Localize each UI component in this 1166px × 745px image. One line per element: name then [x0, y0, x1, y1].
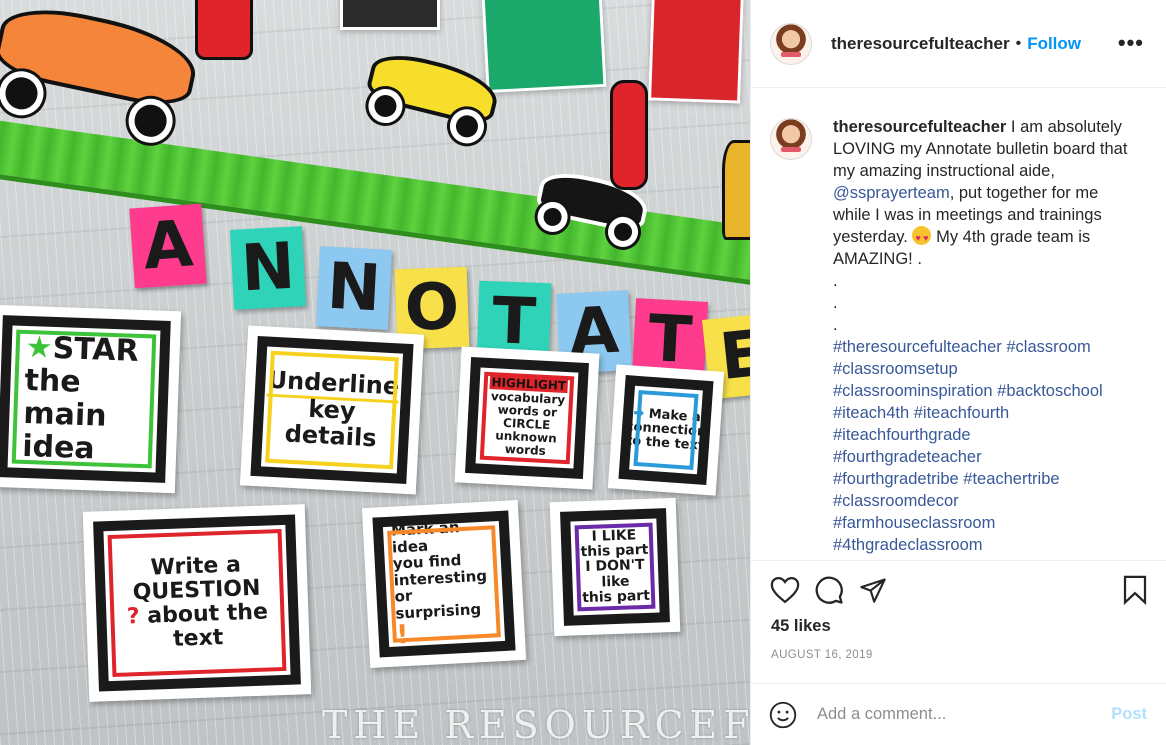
- hashtag-link[interactable]: #classroomsetup: [833, 360, 958, 378]
- hashtag-link[interactable]: #classroominspiration: [833, 382, 993, 400]
- mention-link[interactable]: @ssprayerteam: [833, 184, 950, 202]
- poster-red: [648, 0, 744, 104]
- card-highlight-circle: HIGHLIGHT vocabulary words or CIRCLE unk…: [454, 346, 600, 490]
- post-side-panel: theresourcefulteacher • Follow ••• there…: [750, 0, 1166, 745]
- instagram-post-modal: ANNOTATE ★STAR the main idea Underline k…: [0, 0, 1166, 745]
- annotate-letter: N: [229, 226, 307, 310]
- card-text: Mark an idea: [390, 518, 460, 557]
- hashtag-link[interactable]: #classroom: [1006, 338, 1090, 356]
- send-icon[interactable]: [857, 574, 889, 606]
- card-make-connection: ➡ Make a connection to the text: [607, 364, 725, 496]
- follow-button[interactable]: Follow: [1027, 34, 1081, 54]
- separator-dot: •: [1015, 34, 1022, 52]
- comment-icon[interactable]: [813, 574, 845, 606]
- author-username[interactable]: theresourcefulteacher: [831, 34, 1010, 54]
- action-bar: [751, 560, 1166, 619]
- comment-input[interactable]: [817, 705, 1112, 724]
- heart-icon[interactable]: [769, 574, 801, 606]
- card-text: this part: [581, 587, 651, 607]
- card-text: the main: [22, 362, 108, 434]
- star-icon: ★: [25, 329, 54, 366]
- hashtag-link[interactable]: #classroomdecor: [833, 492, 959, 510]
- more-options-icon[interactable]: •••: [1118, 30, 1144, 56]
- race-driver-figure-top: [195, 0, 253, 60]
- author-avatar[interactable]: [770, 22, 812, 65]
- card-text: STAR: [52, 330, 140, 369]
- post-header: theresourcefulteacher • Follow •••: [751, 0, 1166, 88]
- card-text: I DON'T like: [585, 557, 645, 591]
- post-date[interactable]: AUGUST 16, 2019: [771, 649, 873, 661]
- card-text: about the: [146, 599, 269, 629]
- caption-dot: .: [833, 316, 838, 334]
- annotate-letter: N: [315, 246, 393, 330]
- emoji-picker-icon[interactable]: [769, 701, 797, 729]
- hashtag-link[interactable]: #iteach4th: [833, 404, 909, 422]
- like-count[interactable]: 45 likes: [771, 617, 831, 636]
- card-write-question: Write a QUESTION ? about the text: [82, 504, 312, 702]
- card-text: text: [172, 625, 224, 653]
- photo-watermark: THE RESOURCEFUL TEACHER: [322, 703, 750, 745]
- exclamation-icon: !: [395, 620, 410, 651]
- hashtag-list: #theresourcefulteacher #classroom #classr…: [833, 336, 1133, 556]
- caption-username[interactable]: theresourcefulteacher: [833, 118, 1006, 136]
- hashtag-link[interactable]: #fourthgradetribe: [833, 470, 959, 488]
- card-text: interesting: [393, 566, 488, 590]
- hashtag-link[interactable]: #backtoschool: [997, 382, 1103, 400]
- post-comment-button[interactable]: Post: [1111, 705, 1147, 724]
- caption-dot: .: [833, 272, 838, 290]
- caption-dot: .: [833, 294, 838, 312]
- card-underline-details: Underline key details: [239, 325, 425, 495]
- hashtag-link[interactable]: #theresourcefulteacher: [833, 338, 1002, 356]
- card-text: or surprising: [394, 586, 482, 623]
- hashtag-link[interactable]: #farmhouseclassroom: [833, 514, 995, 532]
- annotate-letter: A: [129, 203, 207, 289]
- race-driver-figure: [610, 80, 648, 190]
- card-text: details: [284, 419, 378, 453]
- heart-eyes-emoji-icon: [912, 226, 932, 249]
- trophy: [722, 140, 750, 240]
- poster-dark: [340, 0, 440, 30]
- card-mark-idea: Mark an idea you find interesting or sur…: [361, 500, 527, 668]
- question-mark-icon: ?: [126, 604, 141, 630]
- card-text: words: [504, 442, 547, 459]
- card-text: idea: [21, 428, 96, 467]
- post-photo[interactable]: ANNOTATE ★STAR the main idea Underline k…: [0, 0, 750, 745]
- hashtag-link[interactable]: #4thgradeclassroom: [833, 536, 983, 554]
- hashtag-link[interactable]: #iteachfourth: [914, 404, 1009, 422]
- hashtag-link[interactable]: #teachertribe: [963, 470, 1059, 488]
- caption-text: theresourcefulteacher I am absolutely LO…: [833, 116, 1133, 556]
- bookmark-icon[interactable]: [1119, 574, 1151, 606]
- caption-author-avatar[interactable]: [770, 118, 812, 160]
- post-caption: theresourcefulteacher I am absolutely LO…: [770, 116, 1150, 556]
- card-like-dislike: I LIKE this part I DON'T like this part: [549, 497, 681, 637]
- card-star-main-idea: ★STAR the main idea: [0, 304, 182, 494]
- arrow-icon: ➡: [632, 405, 645, 421]
- add-comment-bar: Post: [751, 683, 1166, 745]
- hashtag-link[interactable]: #fourthgradeteacher: [833, 448, 982, 466]
- hashtag-link[interactable]: #iteachfourthgrade: [833, 426, 971, 444]
